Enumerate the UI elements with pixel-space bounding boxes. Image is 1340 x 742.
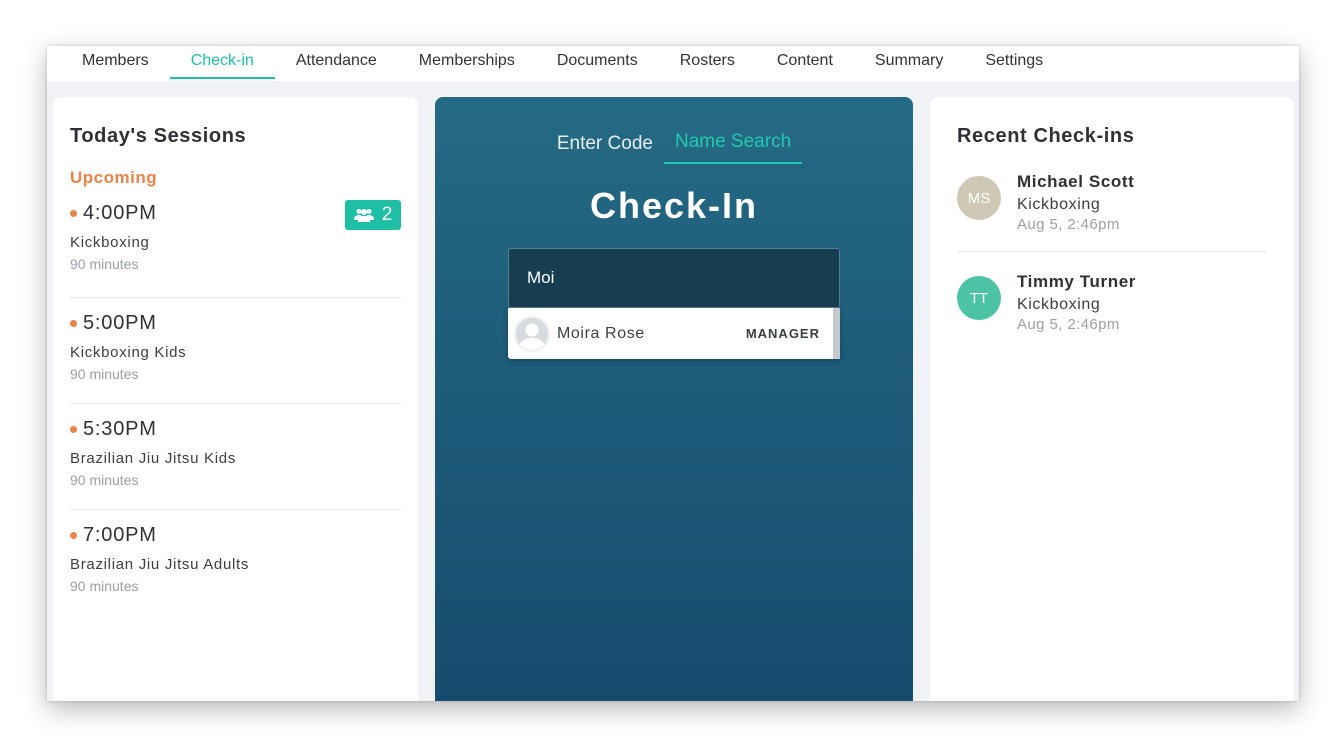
- session-name: Brazilian Jiu Jitsu Kids: [70, 450, 237, 467]
- user-placeholder-icon: [516, 317, 548, 350]
- app-window: Members Check-in Attendance Memberships …: [47, 46, 1299, 701]
- todays-sessions-panel: Today's Sessions Upcoming 4:00PM 2 Kickb…: [53, 97, 418, 701]
- session-item[interactable]: 5:00PM Kickboxing Kids 90 minutes: [70, 298, 401, 404]
- tab-memberships[interactable]: Memberships: [398, 46, 536, 76]
- member-name: Michael Scott: [1017, 172, 1135, 191]
- attendee-count: 2: [381, 204, 393, 225]
- tab-name-search[interactable]: Name Search: [663, 131, 803, 164]
- check-in-panel: Enter Code Name Search Check-In Moi Moir…: [435, 97, 913, 701]
- tab-rosters[interactable]: Rosters: [659, 46, 756, 76]
- recent-check-in-item[interactable]: TT Timmy Turner Kickboxing Aug 5, 2:46pm: [957, 252, 1267, 352]
- session-item[interactable]: 7:00PM Brazilian Jiu Jitsu Adults 90 min…: [70, 510, 401, 616]
- tab-content[interactable]: Content: [756, 46, 854, 76]
- status-dot: [70, 210, 77, 217]
- recent-check-ins-panel: Recent Check-ins MS Michael Scott Kickbo…: [930, 97, 1294, 701]
- session-time-text: 4:00PM: [83, 202, 157, 224]
- session-time: 7:00PM: [70, 524, 401, 547]
- status-dot: [70, 426, 77, 433]
- session-time: 5:00PM: [70, 312, 401, 335]
- session-time-text: 5:00PM: [83, 312, 157, 334]
- attendee-count-badge[interactable]: 2: [345, 200, 401, 230]
- avatar: TT: [957, 276, 1001, 320]
- group-icon: [353, 209, 374, 222]
- session-name: Kickboxing: [70, 234, 150, 251]
- class-name: Kickboxing: [1017, 196, 1101, 213]
- tab-check-in[interactable]: Check-in: [169, 46, 275, 79]
- check-in-time: Aug 5, 2:46pm: [1017, 216, 1120, 233]
- recent-check-in-item[interactable]: MS Michael Scott Kickboxing Aug 5, 2:46p…: [957, 152, 1267, 252]
- class-name: Kickboxing: [1017, 296, 1101, 313]
- name-search-input[interactable]: Moi: [508, 248, 840, 308]
- session-time-text: 5:30PM: [83, 418, 157, 440]
- tab-summary[interactable]: Summary: [854, 46, 964, 76]
- session-name: Brazilian Jiu Jitsu Adults: [70, 556, 250, 573]
- session-time-text: 7:00PM: [83, 524, 157, 546]
- status-dot: [70, 320, 77, 327]
- session-time: 5:30PM: [70, 418, 401, 441]
- avatar: [514, 315, 550, 352]
- main-nav: Members Check-in Attendance Memberships …: [47, 46, 1299, 81]
- session-name: Kickboxing Kids: [70, 344, 187, 361]
- status-dot: [70, 532, 77, 539]
- tab-enter-code[interactable]: Enter Code: [546, 133, 664, 164]
- dropdown-scrollbar[interactable]: [833, 308, 840, 359]
- session-duration: 90 minutes: [70, 578, 139, 594]
- tab-attendance[interactable]: Attendance: [275, 46, 398, 76]
- search-result-item[interactable]: Moira Rose MANAGER: [508, 308, 832, 359]
- member-name: Timmy Turner: [1017, 272, 1136, 291]
- session-item[interactable]: 4:00PM 2 Kickboxing 90 minutes: [70, 188, 401, 298]
- session-item[interactable]: 5:30PM Brazilian Jiu Jitsu Kids 90 minut…: [70, 404, 401, 510]
- check-in-title: Check-In: [589, 185, 759, 226]
- session-duration: 90 minutes: [70, 256, 139, 272]
- tab-documents[interactable]: Documents: [536, 46, 659, 76]
- panel-title: Today's Sessions: [70, 125, 247, 147]
- tab-members[interactable]: Members: [61, 46, 170, 76]
- session-duration: 90 minutes: [70, 366, 139, 382]
- result-role-badge: MANAGER: [745, 326, 820, 341]
- avatar: MS: [957, 176, 1001, 220]
- upcoming-label: Upcoming: [70, 168, 158, 187]
- tab-settings[interactable]: Settings: [964, 46, 1064, 76]
- check-in-mode-tabs: Enter Code Name Search: [435, 131, 913, 164]
- panel-title: Recent Check-ins: [957, 125, 1135, 147]
- check-in-time: Aug 5, 2:46pm: [1017, 316, 1120, 333]
- session-duration: 90 minutes: [70, 472, 139, 488]
- search-results-dropdown: Moira Rose MANAGER: [508, 308, 840, 359]
- result-name: Moira Rose: [557, 324, 645, 342]
